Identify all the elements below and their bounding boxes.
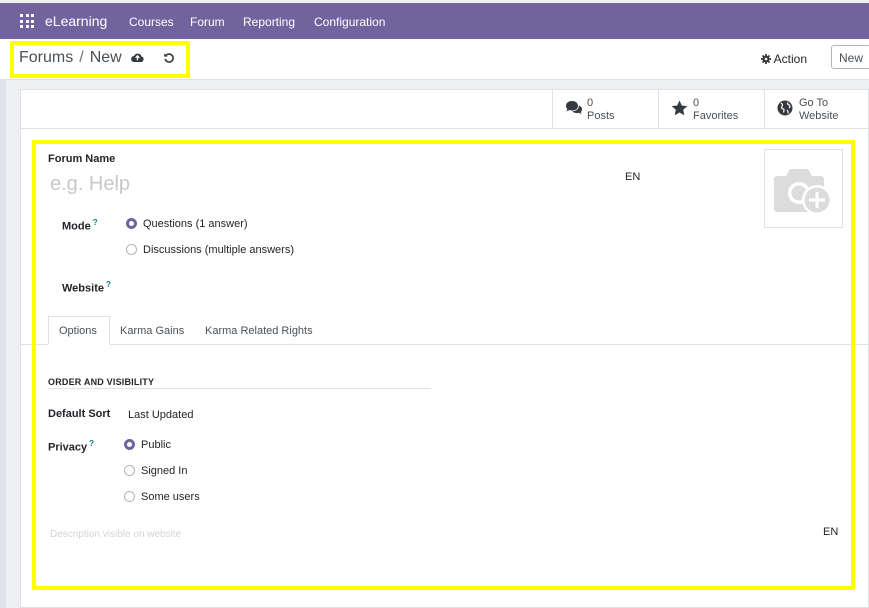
breadcrumb-current: New [89, 49, 122, 66]
website-label: Website? [62, 280, 111, 295]
menu-forum[interactable]: Forum [190, 15, 225, 29]
camera-add-icon [765, 150, 842, 227]
section-divider [48, 388, 431, 389]
menu-configuration[interactable]: Configuration [314, 15, 385, 29]
discard-undo-icon[interactable] [163, 52, 175, 67]
privacy-option-signed-in[interactable]: Signed In [141, 465, 187, 477]
description-input[interactable] [50, 526, 750, 542]
forum-name-label: Forum Name [48, 153, 116, 165]
favorites-count: 0 [693, 97, 700, 109]
app-brand[interactable]: eLearning [45, 13, 107, 29]
privacy-option-public[interactable]: Public [141, 439, 171, 451]
mode-label: Mode? [62, 218, 98, 233]
action-label: Action [773, 52, 808, 66]
language-badge[interactable]: EN [625, 171, 640, 183]
forum-name-input[interactable] [50, 170, 590, 198]
save-cloud-icon[interactable] [131, 52, 144, 66]
menu-reporting[interactable]: Reporting [243, 15, 295, 29]
new-record-button[interactable]: New [831, 45, 869, 69]
tab-options-label[interactable]: Options [59, 325, 97, 337]
posts-stat-button[interactable]: 0 Posts [552, 89, 659, 128]
menu-courses[interactable]: Courses [129, 15, 174, 29]
breadcrumb-parent[interactable]: Forums [19, 49, 73, 66]
description-language-badge[interactable]: EN [823, 526, 838, 538]
forum-image-upload[interactable] [764, 149, 843, 228]
mode-radio-questions[interactable] [126, 218, 137, 229]
mode-radio-discussions[interactable] [126, 244, 137, 255]
favorites-label: Favorites [693, 110, 739, 122]
go-to-line2: Website [799, 110, 839, 122]
privacy-help-icon[interactable]: ? [89, 439, 94, 448]
top-navbar: eLearning Courses Forum Reporting Config… [0, 3, 869, 39]
mode-help-icon[interactable]: ? [93, 218, 98, 227]
website-field[interactable] [126, 276, 426, 294]
tab-karma-related-rights[interactable]: Karma Related Rights [205, 325, 313, 337]
section-title: ORDER AND VISIBILITY [48, 377, 155, 387]
breadcrumb-separator: / [79, 49, 84, 66]
go-to-line1: Go To [799, 97, 829, 109]
default-sort-select[interactable]: Last Updated [128, 409, 193, 421]
action-button[interactable]: Action [761, 52, 807, 66]
globe-icon [777, 100, 793, 116]
mode-option-questions[interactable]: Questions (1 answer) [143, 218, 248, 230]
gear-icon [761, 54, 771, 64]
posts-label: Posts [587, 110, 615, 122]
default-sort-label: Default Sort [48, 408, 111, 420]
privacy-radio-signed-in[interactable] [124, 465, 135, 476]
star-icon [671, 100, 688, 116]
privacy-option-some-users[interactable]: Some users [141, 491, 200, 503]
privacy-radio-public[interactable] [124, 439, 135, 450]
left-scroll-edge [0, 80, 6, 608]
privacy-label: Privacy? [48, 439, 95, 454]
website-help-icon[interactable]: ? [106, 280, 111, 289]
mode-option-discussions[interactable]: Discussions (multiple answers) [143, 244, 294, 256]
comments-icon [566, 101, 582, 114]
go-to-website-button[interactable]: Go To Website [764, 89, 869, 128]
breadcrumb: Forums / New [19, 49, 122, 67]
favorites-stat-button[interactable]: 0 Favorites [658, 89, 765, 128]
apps-grid-icon[interactable] [20, 14, 34, 28]
posts-count: 0 [587, 97, 594, 109]
privacy-radio-some-users[interactable] [124, 491, 135, 502]
tab-karma-gains[interactable]: Karma Gains [120, 325, 184, 337]
